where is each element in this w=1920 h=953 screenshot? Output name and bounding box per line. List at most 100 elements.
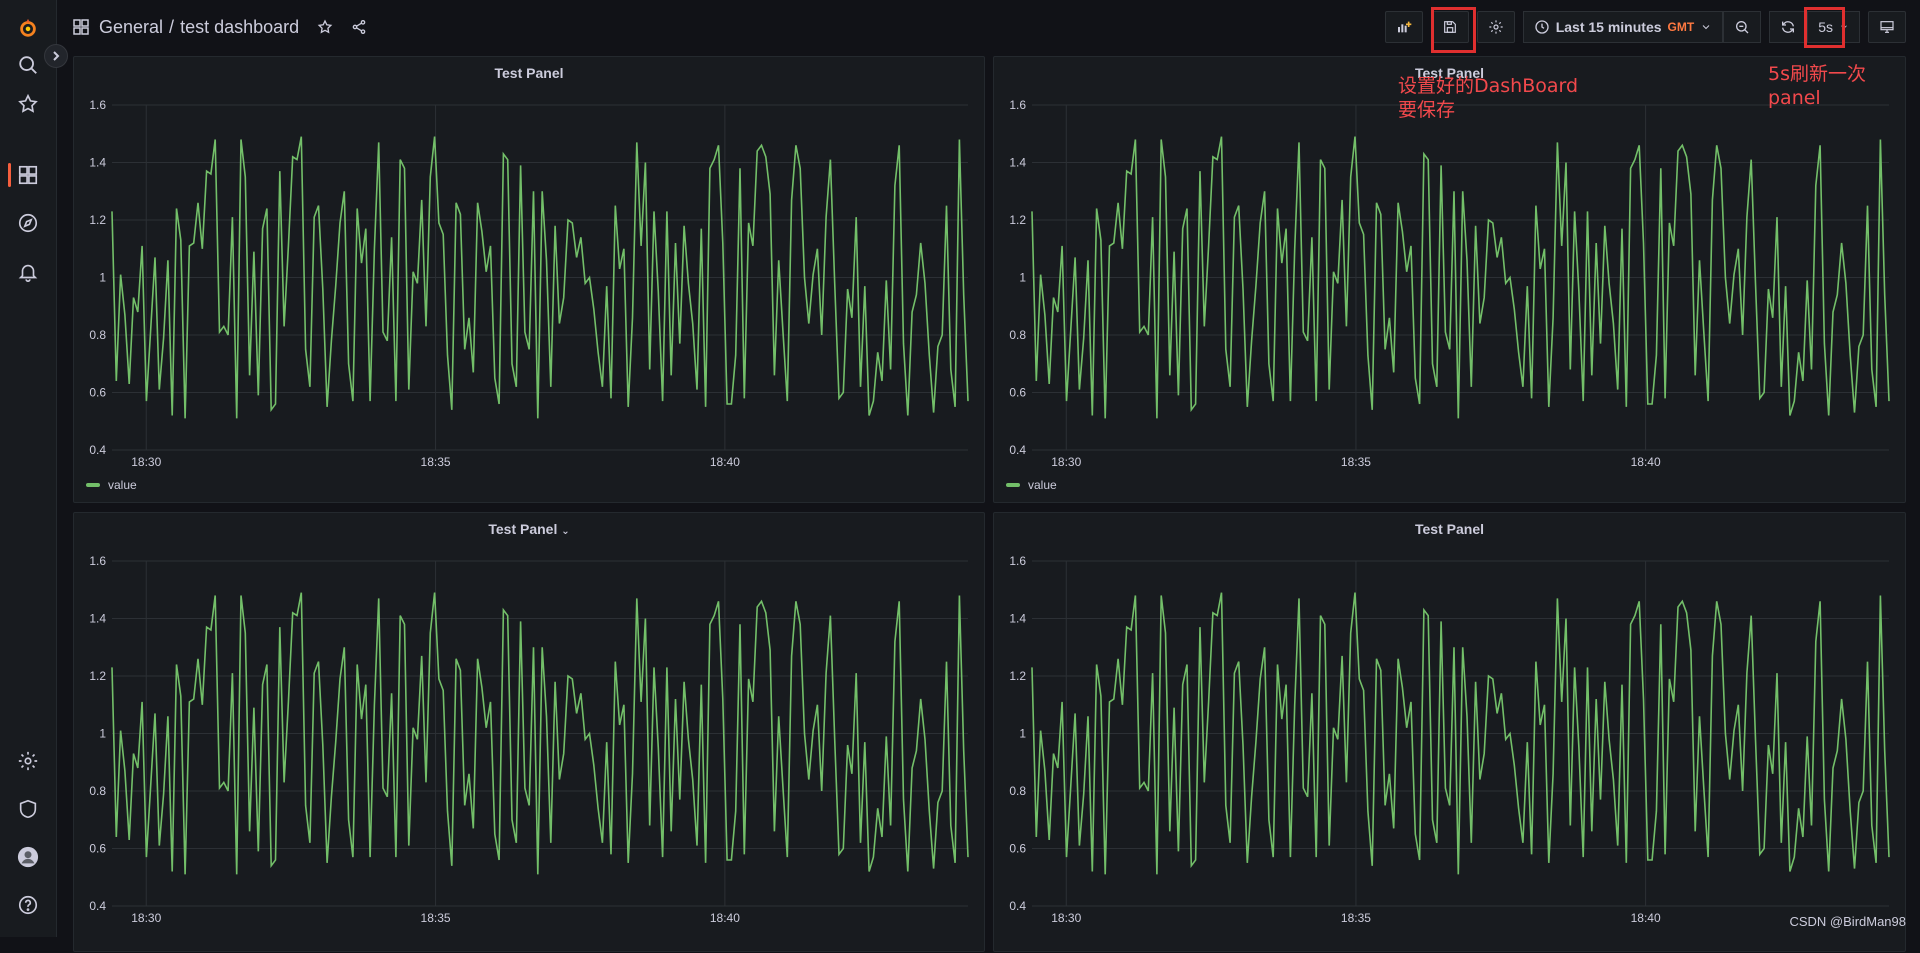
y-tick-label: 0.6 — [89, 842, 106, 856]
annotation-refresh-line-2: panel — [1768, 87, 1821, 109]
y-tick-label: 1.4 — [89, 612, 106, 626]
y-tick-label: 1.6 — [1009, 554, 1026, 568]
x-tick-label: 18:35 — [1341, 911, 1371, 925]
breadcrumb-folder-link[interactable]: General — [99, 17, 163, 38]
configuration-gear-icon[interactable] — [14, 747, 42, 775]
annotation-refresh-note: 5s刷新一次panel — [1768, 62, 1866, 110]
y-tick-label: 1.4 — [1009, 612, 1026, 626]
y-tick-label: 1.2 — [89, 213, 106, 227]
cycle-view-mode-button[interactable] — [1868, 11, 1906, 43]
top-navbar: General / test dashboard Last 15 minutes… — [57, 0, 1920, 54]
dashboard-title[interactable]: test dashboard — [180, 17, 299, 38]
annotation-save-line-1: 设置好的DashBoard — [1398, 75, 1578, 97]
time-range-label: Last 15 minutes — [1556, 19, 1662, 35]
y-tick-label: 0.8 — [89, 784, 106, 798]
legend[interactable]: value — [86, 478, 137, 492]
y-tick-label: 0.8 — [89, 328, 106, 342]
panel-bottom-right[interactable]: Test Panel 1.61.41.210.80.60.418:3018:35… — [993, 512, 1906, 952]
y-tick-label: 0.4 — [89, 899, 106, 913]
y-tick-label: 0.4 — [1009, 899, 1026, 913]
clock-icon — [1534, 19, 1550, 35]
y-tick-label: 1.4 — [1009, 156, 1026, 170]
x-tick-label: 18:30 — [131, 455, 161, 469]
time-series-chart: 1.6 1.4 1.2 1 0.8 0.6 0.4 18:30 18:35 18:40 — [74, 57, 986, 504]
dashboard-settings-button[interactable] — [1477, 11, 1515, 43]
side-menu — [0, 0, 57, 937]
refresh-icon — [1780, 19, 1796, 35]
breadcrumb-separator: / — [169, 17, 174, 38]
active-indicator — [8, 163, 11, 187]
x-tick-label: 18:40 — [710, 455, 740, 469]
server-admin-shield-icon[interactable] — [14, 795, 42, 823]
x-tick-label: 18:35 — [421, 911, 451, 925]
panel-bottom-left[interactable]: Test Panel ⌄ 1.61.41.210.80.60.418:3018:… — [73, 512, 985, 952]
y-tick-label: 0.6 — [1009, 842, 1026, 856]
star-icon — [317, 19, 333, 35]
star-dashboard-button[interactable] — [311, 13, 339, 41]
search-icon[interactable] — [14, 51, 42, 79]
y-tick-label: 0.8 — [1009, 784, 1026, 798]
legend-label: value — [108, 478, 137, 492]
y-tick-label: 1.6 — [1009, 98, 1026, 112]
user-avatar-icon[interactable] — [14, 843, 42, 871]
y-tick-label: 1.6 — [89, 98, 106, 112]
legend[interactable]: value — [1006, 478, 1057, 492]
y-tick-label: 1.2 — [1009, 213, 1026, 227]
y-tick-label: 0.8 — [1009, 328, 1026, 342]
legend-swatch — [1006, 483, 1020, 487]
y-tick-label: 1 — [1019, 727, 1026, 741]
grafana-logo-icon[interactable] — [14, 14, 42, 42]
y-tick-label: 1.4 — [89, 156, 106, 170]
annotation-save-line-2: 要保存 — [1398, 99, 1455, 121]
x-tick-label: 18:30 — [131, 911, 161, 925]
time-series-chart: 1.61.41.210.80.60.418:3018:3518:40 — [994, 57, 1907, 504]
time-series-chart: 1.61.41.210.80.60.418:3018:3518:40 — [74, 513, 986, 953]
legend-swatch — [86, 483, 100, 487]
y-tick-label: 0.4 — [1009, 443, 1026, 457]
chevron-down-icon — [1700, 21, 1712, 33]
time-controls: Last 15 minutes GMT — [1523, 11, 1762, 43]
time-range-picker[interactable]: Last 15 minutes GMT — [1523, 11, 1724, 43]
share-icon — [351, 19, 367, 35]
zoom-out-icon — [1734, 19, 1750, 35]
x-tick-label: 18:30 — [1051, 911, 1081, 925]
chevron-right-icon — [50, 50, 62, 62]
y-tick-label: 1 — [1019, 271, 1026, 285]
y-tick-label: 1.2 — [1009, 669, 1026, 683]
add-panel-icon — [1396, 19, 1412, 35]
watermark: CSDN @BirdMan98 — [1789, 914, 1906, 929]
panel-top-left[interactable]: Test Panel 1.61.41.210.80.60.418:3018:35… — [73, 56, 985, 503]
dashboards-icon[interactable] — [14, 161, 42, 189]
annotation-box-save — [1431, 7, 1476, 53]
gear-icon — [1488, 19, 1504, 35]
refresh-button[interactable] — [1769, 11, 1807, 43]
y-tick-label: 0.6 — [1009, 386, 1026, 400]
panel-top-right[interactable]: Test Panel 1.61.41.210.80.60.418:3018:35… — [993, 56, 1906, 503]
y-tick-label: 1 — [99, 271, 106, 285]
explore-icon[interactable] — [14, 209, 42, 237]
y-tick-label: 1.6 — [89, 554, 106, 568]
timezone-label: GMT — [1668, 20, 1695, 34]
share-dashboard-button[interactable] — [345, 13, 373, 41]
annotation-save-note: 设置好的DashBoard要保存 — [1398, 74, 1578, 122]
y-tick-label: 1 — [99, 727, 106, 741]
dashboard-grid-icon — [73, 19, 89, 35]
x-tick-label: 18:40 — [1631, 455, 1661, 469]
monitor-icon — [1879, 19, 1895, 35]
add-panel-button[interactable] — [1385, 11, 1423, 43]
x-tick-label: 18:40 — [1631, 911, 1661, 925]
y-tick-label: 0.6 — [89, 386, 106, 400]
x-tick-label: 18:35 — [421, 455, 451, 469]
x-tick-label: 18:40 — [710, 911, 740, 925]
annotation-box-refresh — [1804, 7, 1845, 48]
help-icon[interactable] — [14, 891, 42, 919]
breadcrumb: General / test dashboard — [73, 17, 305, 38]
dock-menu-toggle-button[interactable] — [44, 44, 68, 68]
alerting-bell-icon[interactable] — [14, 258, 42, 286]
x-tick-label: 18:35 — [1341, 455, 1371, 469]
zoom-out-button[interactable] — [1723, 11, 1761, 43]
y-tick-label: 0.4 — [89, 443, 106, 457]
legend-label: value — [1028, 478, 1057, 492]
starred-icon[interactable] — [14, 90, 42, 118]
time-series-chart: 1.6 1.4 1.2 1 0.8 0.6 0.4 18:30 18:35 18:40 — [994, 513, 1907, 953]
